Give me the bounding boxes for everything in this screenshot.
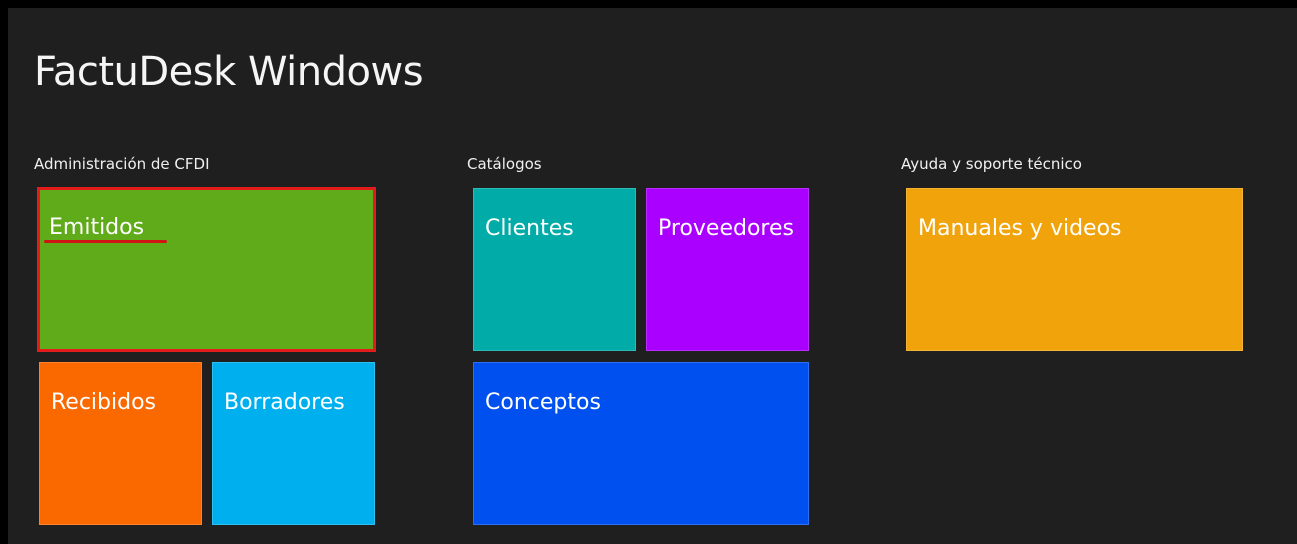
tile-conceptos[interactable]: Conceptos xyxy=(473,362,809,525)
tile-proveedores[interactable]: Proveedores xyxy=(646,188,809,351)
tile-recibidos-label: Recibidos xyxy=(51,390,157,415)
tile-manuales-videos-label: Manuales y videos xyxy=(918,216,1122,241)
tile-clientes[interactable]: Clientes xyxy=(473,188,636,351)
tile-recibidos[interactable]: Recibidos xyxy=(39,362,202,525)
tile-emitidos-label: Emitidos xyxy=(49,215,145,240)
tile-borradores[interactable]: Borradores xyxy=(212,362,375,525)
group-header-catalogos: Catálogos xyxy=(467,155,542,173)
start-screen: FactuDesk Windows Administración de CFDI… xyxy=(8,8,1297,544)
tile-clientes-label: Clientes xyxy=(485,216,574,241)
app-title: FactuDesk Windows xyxy=(34,49,424,95)
tile-conceptos-label: Conceptos xyxy=(485,390,601,415)
tile-manuales-videos[interactable]: Manuales y videos xyxy=(906,188,1243,351)
tile-emitidos[interactable]: Emitidos xyxy=(37,187,376,352)
group-header-admin: Administración de CFDI xyxy=(34,155,210,173)
focus-underline xyxy=(44,240,167,243)
tile-borradores-label: Borradores xyxy=(224,390,345,415)
tile-proveedores-label: Proveedores xyxy=(658,216,794,241)
group-header-ayuda: Ayuda y soporte técnico xyxy=(901,155,1082,173)
